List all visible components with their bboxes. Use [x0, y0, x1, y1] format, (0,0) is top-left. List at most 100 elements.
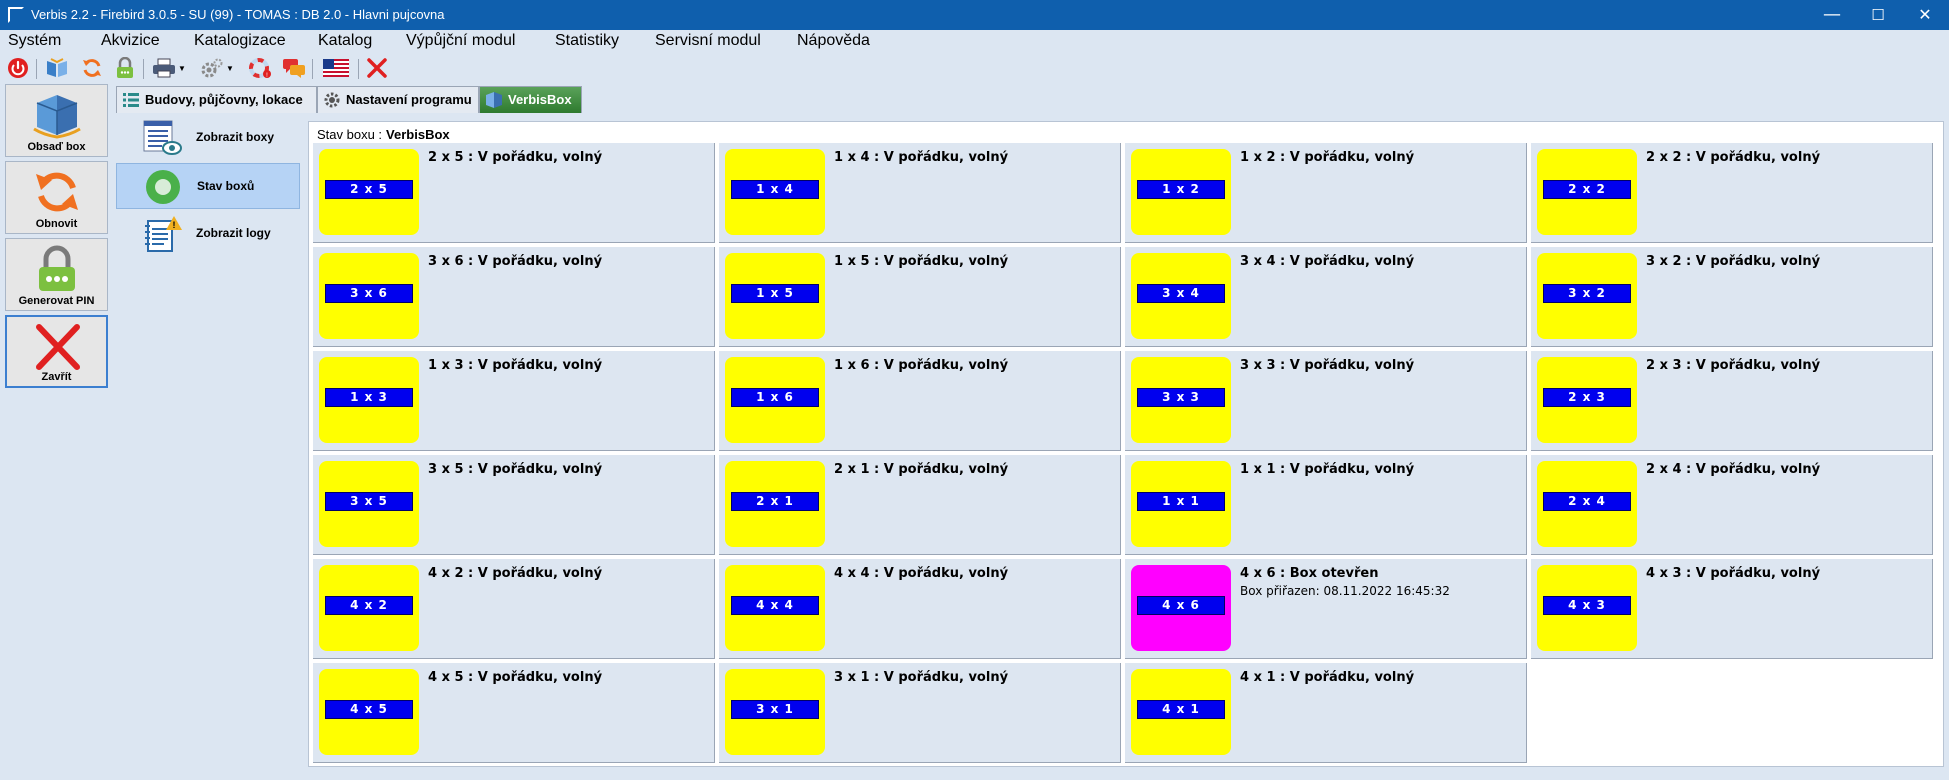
- box-tile[interactable]: 1 x 5: [725, 253, 825, 339]
- us-flag-icon[interactable]: [322, 56, 350, 80]
- box-cell[interactable]: 2 x 2 2 x 2 : V pořádku, volný: [1531, 143, 1933, 243]
- menu-akvizice[interactable]: Akvizice: [101, 32, 160, 50]
- box-label: 1 x 2: [1137, 180, 1225, 199]
- minimize-button[interactable]: —: [1809, 0, 1855, 30]
- box-tile[interactable]: 4 x 2: [319, 565, 419, 651]
- maximize-button[interactable]: ☐: [1855, 0, 1901, 30]
- box-status-text: 2 x 1 : V pořádku, volný: [834, 462, 1009, 477]
- printer-dropdown-icon[interactable]: ▼: [176, 56, 188, 80]
- box-tile[interactable]: 1 x 4: [725, 149, 825, 235]
- box-tile[interactable]: 3 x 2: [1537, 253, 1637, 339]
- subnav-zobrazit-logy-label: Zobrazit logy: [196, 226, 271, 240]
- lock-icon[interactable]: [113, 56, 137, 80]
- box-cell[interactable]: 4 x 5 4 x 5 : V pořádku, volný: [313, 663, 715, 763]
- menu-system[interactable]: Systém: [8, 32, 61, 50]
- tab-verbisbox[interactable]: VerbisBox: [479, 86, 582, 113]
- generovat-pin-label: Generovat PIN: [18, 295, 95, 307]
- settings-dropdown-icon[interactable]: ▼: [224, 56, 236, 80]
- box-cell[interactable]: 4 x 3 4 x 3 : V pořádku, volný: [1531, 559, 1933, 659]
- box-tile[interactable]: 2 x 2: [1537, 149, 1637, 235]
- box-cell[interactable]: 3 x 5 3 x 5 : V pořádku, volný: [313, 455, 715, 555]
- box-cell[interactable]: 1 x 5 1 x 5 : V pořádku, volný: [719, 247, 1121, 347]
- refresh-icon: [32, 168, 82, 216]
- lifebuoy-icon[interactable]: !: [248, 56, 272, 80]
- box-label: 1 x 1: [1137, 492, 1225, 511]
- settings-icon[interactable]: [200, 56, 224, 80]
- messages-icon[interactable]: [282, 56, 306, 80]
- box-tile[interactable]: 1 x 6: [725, 357, 825, 443]
- box-cell[interactable]: 1 x 3 1 x 3 : V pořádku, volný: [313, 351, 715, 451]
- box-cell[interactable]: 1 x 6 1 x 6 : V pořádku, volný: [719, 351, 1121, 451]
- obsad-box-button[interactable]: Obsaď box: [5, 84, 108, 157]
- box-tile[interactable]: 1 x 1: [1131, 461, 1231, 547]
- box-cell[interactable]: 4 x 1 4 x 1 : V pořádku, volný: [1125, 663, 1527, 763]
- box-label: 4 x 2: [325, 596, 413, 615]
- close-window-button[interactable]: ✕: [1902, 0, 1948, 30]
- menu-katalogizace[interactable]: Katalogizace: [194, 32, 286, 50]
- box-cell[interactable]: 2 x 4 2 x 4 : V pořádku, volný: [1531, 455, 1933, 555]
- box-tile[interactable]: 4 x 6: [1131, 565, 1231, 651]
- box-cell[interactable]: 3 x 3 3 x 3 : V pořádku, volný: [1125, 351, 1527, 451]
- box-tile[interactable]: 2 x 3: [1537, 357, 1637, 443]
- subnav-zobrazit-boxy[interactable]: Zobrazit boxy: [116, 115, 300, 161]
- status-heading-label: Stav boxu :: [317, 127, 383, 142]
- box-status-text: 1 x 2 : V pořádku, volný: [1240, 150, 1415, 165]
- book-icon[interactable]: [45, 56, 69, 80]
- box-cell[interactable]: 3 x 4 3 x 4 : V pořádku, volný: [1125, 247, 1527, 347]
- box-tile[interactable]: 1 x 2: [1131, 149, 1231, 235]
- box-label: 4 x 1: [1137, 700, 1225, 719]
- box-tile[interactable]: 3 x 4: [1131, 253, 1231, 339]
- close-icon: [33, 323, 83, 371]
- box-status-text: 2 x 3 : V pořádku, volný: [1646, 358, 1821, 373]
- box-label: 2 x 1: [731, 492, 819, 511]
- box-cell[interactable]: 3 x 6 3 x 6 : V pořádku, volný: [313, 247, 715, 347]
- subnav-zobrazit-logy[interactable]: ! Zobrazit logy: [116, 211, 300, 257]
- box-cell[interactable]: 3 x 2 3 x 2 : V pořádku, volný: [1531, 247, 1933, 347]
- menu-vypujcni-modul[interactable]: Výpůjční modul: [406, 32, 515, 50]
- refresh-icon[interactable]: [80, 56, 104, 80]
- box-cell[interactable]: 4 x 6 4 x 6 : Box otevřen Box přiřazen: 08…: [1125, 559, 1527, 659]
- box-label: 2 x 2: [1543, 180, 1631, 199]
- close-icon[interactable]: [365, 56, 389, 80]
- menu-servisni-modul[interactable]: Servisní modul: [655, 32, 761, 50]
- box-tile[interactable]: 3 x 5: [319, 461, 419, 547]
- box-cell[interactable]: 3 x 1 3 x 1 : V pořádku, volný: [719, 663, 1121, 763]
- tab-nastaveni[interactable]: Nastavení programu: [317, 86, 479, 113]
- sub-navigation: Zobrazit boxy Stav boxů ! Zobrazit logy: [112, 113, 304, 780]
- box-tile[interactable]: 3 x 3: [1131, 357, 1231, 443]
- zavrit-button[interactable]: Zavřít: [5, 315, 108, 388]
- box-cell[interactable]: 1 x 4 1 x 4 : V pořádku, volný: [719, 143, 1121, 243]
- box-cell[interactable]: 2 x 5 2 x 5 : V pořádku, volný: [313, 143, 715, 243]
- generovat-pin-button[interactable]: Generovat PIN: [5, 238, 108, 311]
- box-tile[interactable]: 4 x 4: [725, 565, 825, 651]
- box-cell[interactable]: 2 x 3 2 x 3 : V pořádku, volný: [1531, 351, 1933, 451]
- menu-statistiky[interactable]: Statistiky: [555, 32, 619, 50]
- box-cell[interactable]: 1 x 2 1 x 2 : V pořádku, volný: [1125, 143, 1527, 243]
- box-icon: [485, 91, 503, 109]
- box-tile[interactable]: 3 x 1: [725, 669, 825, 755]
- box-tile[interactable]: 4 x 5: [319, 669, 419, 755]
- box-status-text: 2 x 5 : V pořádku, volný: [428, 150, 603, 165]
- tab-budovy[interactable]: Budovy, půjčovny, lokace: [116, 86, 317, 113]
- subnav-stav-boxu[interactable]: Stav boxů: [116, 163, 300, 209]
- box-tile[interactable]: 1 x 3: [319, 357, 419, 443]
- box-label: 2 x 4: [1543, 492, 1631, 511]
- obnovit-button[interactable]: Obnovit: [5, 161, 108, 234]
- lock-icon: [32, 245, 82, 293]
- tab-budovy-label: Budovy, půjčovny, lokace: [145, 92, 303, 107]
- box-tile[interactable]: 2 x 1: [725, 461, 825, 547]
- box-tile[interactable]: 3 x 6: [319, 253, 419, 339]
- box-cell[interactable]: 4 x 4 4 x 4 : V pořádku, volný: [719, 559, 1121, 659]
- power-icon[interactable]: [6, 56, 30, 80]
- menu-katalog[interactable]: Katalog: [318, 32, 372, 50]
- box-cell[interactable]: 4 x 2 4 x 2 : V pořádku, volný: [313, 559, 715, 659]
- box-tile[interactable]: 2 x 4: [1537, 461, 1637, 547]
- box-tile[interactable]: 2 x 5: [319, 149, 419, 235]
- box-cell[interactable]: 2 x 1 2 x 1 : V pořádku, volný: [719, 455, 1121, 555]
- printer-icon[interactable]: [152, 56, 176, 80]
- box-tile[interactable]: 4 x 3: [1537, 565, 1637, 651]
- box-cell[interactable]: 1 x 1 1 x 1 : V pořádku, volný: [1125, 455, 1527, 555]
- box-tile[interactable]: 4 x 1: [1131, 669, 1231, 755]
- box-icon: [32, 91, 82, 139]
- menu-napoveda[interactable]: Nápověda: [797, 32, 870, 50]
